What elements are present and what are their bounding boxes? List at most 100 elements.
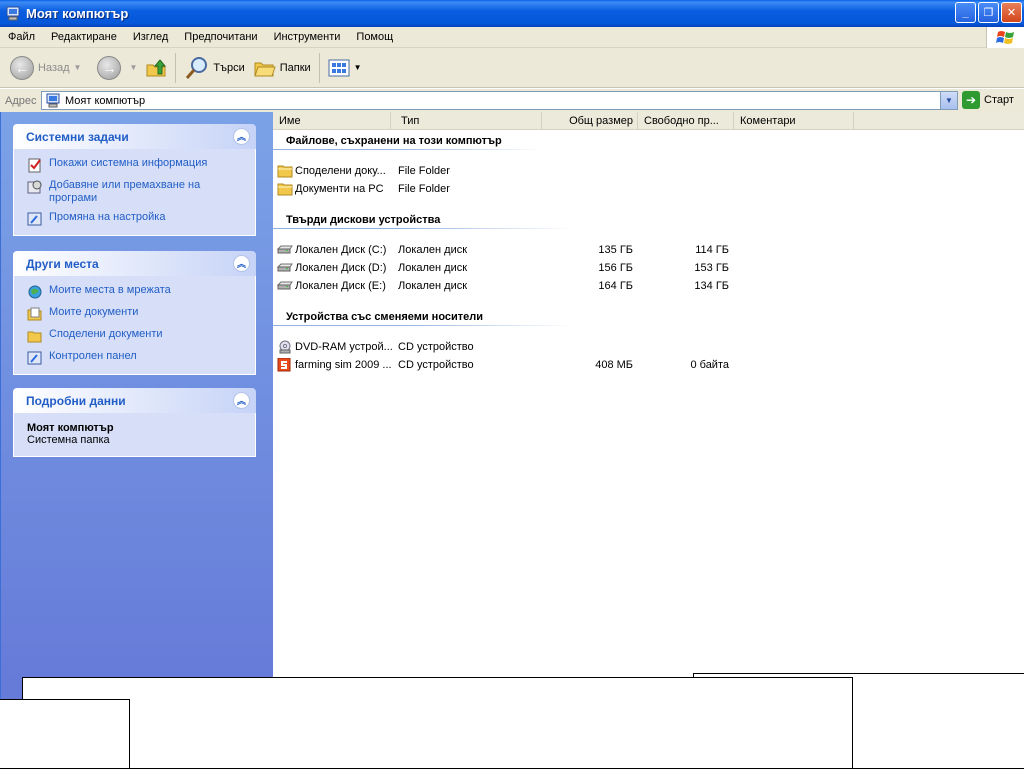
search-icon [186, 56, 208, 79]
blank-window[interactable] [22, 677, 853, 769]
my-computer-icon [6, 6, 20, 20]
list-item[interactable]: Локален Диск (C:) Локален диск 135 ГБ 11… [277, 242, 1017, 260]
folders-button[interactable]: Папки [249, 51, 315, 85]
task-label: Покажи системна информация [49, 157, 208, 169]
address-dropdown-icon[interactable]: ▼ [940, 92, 957, 109]
collapse-chevron-icon[interactable]: ︽ [233, 392, 250, 409]
folder-icon [277, 165, 293, 178]
details-title: Подробни данни [26, 393, 126, 408]
details-header[interactable]: Подробни данни ︽ [13, 388, 256, 413]
list-item[interactable]: Локален Диск (D:) Локален диск 156 ГБ 15… [277, 260, 1017, 278]
menu-view[interactable]: Изглед [125, 31, 176, 43]
up-folder-button[interactable] [141, 51, 171, 85]
menu-help[interactable]: Помощ [348, 31, 401, 43]
column-total-size[interactable]: Общ размер [542, 112, 638, 130]
collapse-chevron-icon[interactable]: ︽ [233, 255, 250, 272]
item-total-size: 164 ГБ [598, 280, 633, 292]
forward-button[interactable]: → ▼ [93, 51, 141, 85]
restore-button[interactable]: ❐ [978, 2, 999, 23]
back-label: Назад [38, 61, 70, 74]
go-button[interactable]: ➔ Старт [962, 91, 1014, 109]
address-input[interactable]: Моят компютър ▼ [41, 91, 958, 110]
task-system-info[interactable]: Покажи системна информация [27, 157, 245, 173]
item-total-size: 156 ГБ [598, 262, 633, 274]
list-item[interactable]: Локален Диск (E:) Локален диск 164 ГБ 13… [277, 278, 1017, 296]
network-places-icon [28, 285, 42, 299]
item-type: CD устройство [398, 341, 474, 353]
hard-disk-icon [277, 245, 293, 254]
close-button[interactable]: ✕ [1001, 2, 1022, 23]
column-type[interactable]: Тип [395, 112, 542, 130]
menu-edit[interactable]: Редактиране [43, 31, 125, 43]
place-control-panel[interactable]: Контролен панел [27, 350, 245, 366]
system-tasks-panel: Системни задачи ︽ Покажи системна информ… [13, 124, 256, 236]
dvd-drive-icon [279, 340, 291, 354]
back-dropdown-icon[interactable]: ▼ [74, 63, 82, 72]
item-total-size: 135 ГБ [598, 244, 633, 256]
explorer-window: Моят компютър _ ❐ ✕ Файл Редактиране Изг… [0, 0, 1024, 769]
column-comments[interactable]: Коментари [734, 112, 854, 130]
details-panel: Подробни данни ︽ Моят компютър Системна … [13, 388, 256, 457]
address-value: Моят компютър [65, 94, 146, 107]
collapse-chevron-icon[interactable]: ︽ [233, 128, 250, 145]
item-name: Локален Диск (C:) [295, 244, 387, 256]
list-item[interactable]: Документи на PC File Folder [277, 181, 1017, 199]
minimize-icon: _ [962, 6, 969, 19]
column-free-space[interactable]: Свободно пр... [638, 112, 734, 130]
item-name: Споделени доку... [295, 165, 386, 177]
list-item[interactable]: DVD-RAM устрой... CD устройство [277, 339, 1017, 357]
folders-label: Папки [279, 61, 311, 74]
list-item[interactable]: farming sim 2009 ... CD устройство 408 М… [277, 357, 1017, 375]
title-bar[interactable]: Моят компютър _ ❐ ✕ [0, 0, 1024, 27]
group-files-title: Файлове, съхранени на този компютър [286, 135, 502, 147]
folders-icon [254, 62, 276, 76]
group-divider [273, 149, 543, 150]
menu-favorites[interactable]: Предпочитани [176, 31, 265, 43]
other-places-title: Други места [26, 256, 99, 271]
place-label: Споделени документи [49, 328, 163, 340]
views-dropdown-icon[interactable]: ▼ [354, 63, 362, 72]
item-type: File Folder [398, 165, 450, 177]
place-network[interactable]: Моите места в мрежата [27, 284, 245, 300]
group-divider [273, 325, 573, 326]
group-divider [273, 228, 573, 229]
task-add-remove-programs[interactable]: Добавяне или премахване на програми [27, 179, 245, 205]
item-type: File Folder [398, 183, 450, 195]
control-panel-icon [27, 212, 42, 226]
search-button[interactable]: Търси [180, 51, 248, 85]
blank-window[interactable] [0, 699, 130, 769]
task-pane: Системни задачи ︽ Покажи системна информ… [0, 112, 273, 768]
other-places-header[interactable]: Други места ︽ [13, 251, 256, 276]
system-tasks-header[interactable]: Системни задачи ︽ [13, 124, 256, 149]
menu-tools[interactable]: Инструменти [266, 31, 349, 43]
go-arrow-icon: ➔ [962, 91, 980, 109]
column-name[interactable]: Име [273, 112, 391, 130]
go-label: Старт [984, 94, 1014, 106]
menu-bar: Файл Редактиране Изглед Предпочитани Инс… [0, 27, 1024, 48]
task-label: Промяна на настройка [49, 211, 166, 223]
my-documents-icon [27, 307, 42, 321]
item-total-size: 408 МБ [595, 359, 633, 371]
folder-up-icon [146, 58, 167, 76]
minimize-button[interactable]: _ [955, 2, 976, 23]
my-computer-icon [46, 93, 60, 107]
windows-flag-icon [995, 30, 1014, 44]
item-free-space: 0 байта [690, 359, 729, 371]
forward-dropdown-icon[interactable]: ▼ [129, 63, 137, 72]
menu-file[interactable]: Файл [0, 31, 43, 43]
views-button[interactable]: ▼ [324, 51, 366, 85]
list-item[interactable]: Споделени доку... File Folder [277, 163, 1017, 181]
add-remove-programs-icon [27, 180, 42, 194]
window-title: Моят компютър [26, 6, 129, 21]
restore-icon: ❐ [983, 7, 994, 19]
column-header: Име Тип Общ размер Свободно пр... Комент… [273, 112, 1024, 130]
back-button[interactable]: ← Назад ▼ [6, 51, 85, 85]
place-my-documents[interactable]: Моите документи [27, 306, 245, 322]
item-type: CD устройство [398, 359, 474, 371]
file-list-view[interactable]: Име Тип Общ размер Свободно пр... Комент… [273, 112, 1024, 678]
other-places-panel: Други места ︽ Моите места в мрежата Моит… [13, 251, 256, 375]
details-item-name: Моят компютър [27, 422, 114, 434]
task-change-setting[interactable]: Промяна на настройка [27, 211, 245, 227]
item-free-space: 153 ГБ [694, 262, 729, 274]
place-shared-documents[interactable]: Споделени документи [27, 328, 245, 344]
